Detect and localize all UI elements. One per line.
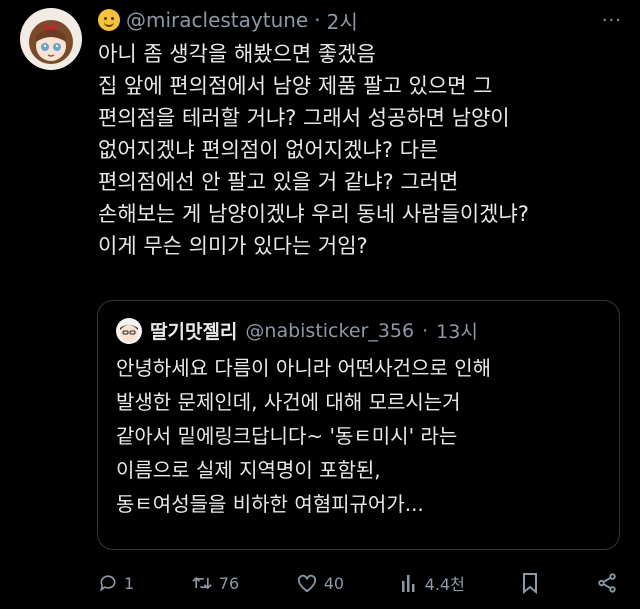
- reply-button[interactable]: 1: [98, 573, 134, 593]
- avatar[interactable]: [20, 8, 82, 70]
- quote-timestamp[interactable]: 13시: [436, 317, 478, 344]
- retweet-count: 76: [218, 573, 240, 593]
- bookmark-icon: [523, 573, 538, 594]
- action-bar: 1 76 40 4.4천: [98, 568, 618, 598]
- like-count: 40: [323, 573, 345, 593]
- views-button[interactable]: 4.4천: [401, 571, 465, 595]
- views-icon: [401, 575, 415, 592]
- quote-avatar[interactable]: [116, 317, 142, 344]
- separator-dot: ·: [314, 8, 321, 32]
- view-count: 4.4천: [424, 575, 465, 594]
- timestamp[interactable]: 2시: [327, 6, 358, 35]
- separator-dot: ·: [422, 319, 429, 342]
- tweet-header: @miraclestaytune · 2시: [98, 6, 358, 34]
- more-icon[interactable]: ···: [602, 10, 622, 31]
- share-icon: [598, 573, 616, 593]
- quote-author-name[interactable]: 딸기맛젤리: [150, 317, 237, 344]
- smiley-emoji-icon: [98, 9, 120, 31]
- like-button[interactable]: 40: [296, 573, 344, 593]
- reply-count: 1: [124, 573, 135, 593]
- quote-header: 딸기맛젤리 @nabisticker_356 · 13시: [116, 317, 478, 344]
- quote-author-handle[interactable]: @nabisticker_356: [245, 320, 414, 342]
- author-handle[interactable]: @miraclestaytune: [126, 8, 308, 32]
- like-icon: [297, 574, 316, 593]
- bookmark-button[interactable]: [521, 572, 539, 594]
- share-button[interactable]: [596, 572, 618, 594]
- quote-text: 안녕하세요 다름이 아니라 어떤사건으로 인해 발생한 문제인데, 사건에 대해…: [116, 356, 492, 516]
- quote-tweet[interactable]: 딸기맛젤리 @nabisticker_356 · 13시 안녕하세요 다름이 아…: [97, 300, 620, 550]
- retweet-icon: [192, 576, 212, 590]
- retweet-button[interactable]: 76: [191, 573, 239, 593]
- reply-icon: [100, 575, 116, 592]
- tweet-text: 아니 좀 생각을 해봤으면 좋겠음 집 앞에 편의점에서 남양 제품 팔고 있으…: [98, 42, 529, 258]
